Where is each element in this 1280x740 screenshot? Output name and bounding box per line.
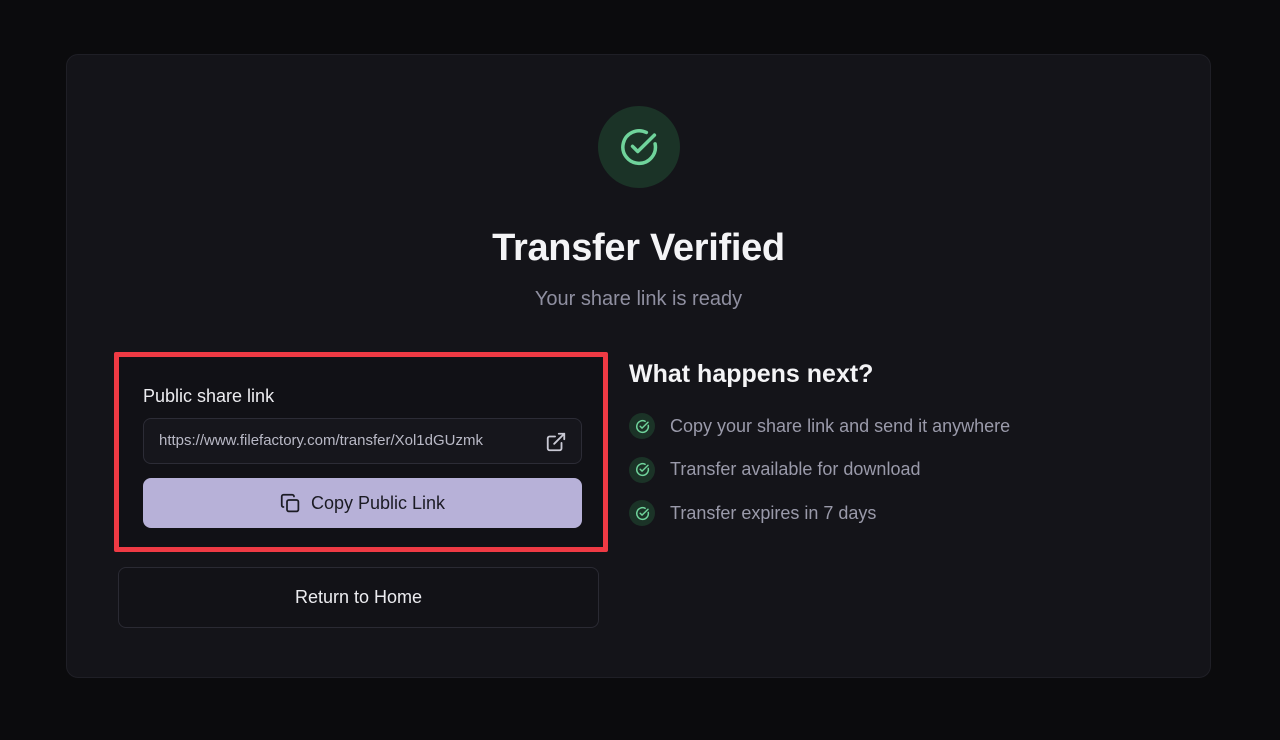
step-text: Transfer expires in 7 days [670, 502, 877, 523]
page-subtitle: Your share link is ready [534, 288, 743, 310]
step-check-badge [629, 456, 655, 483]
share-link-url[interactable]: https://www.filefactory.com/transfer/Xol… [159, 432, 529, 449]
list-item: Copy your share link and send it anywher… [629, 413, 1010, 439]
next-steps-list: Copy your share link and send it anywher… [629, 413, 1010, 544]
step-check-badge [629, 500, 655, 526]
share-link-field[interactable]: https://www.filefactory.com/transfer/Xol… [143, 418, 582, 464]
next-steps-title: What happens next? [629, 360, 874, 388]
list-item: Transfer expires in 7 days [629, 500, 1010, 526]
step-text: Copy your share link and send it anywher… [670, 415, 1011, 436]
success-badge [598, 106, 680, 188]
check-circle-icon [635, 419, 649, 433]
page-title: Transfer Verified [492, 227, 785, 269]
check-circle-icon [635, 463, 649, 477]
step-check-badge [629, 413, 655, 439]
return-home-button[interactable]: Return to Home [118, 567, 599, 628]
verification-card: Transfer Verified Your share link is rea… [66, 54, 1211, 678]
share-link-label: Public share link [143, 386, 275, 406]
copy-public-link-label: Copy Public Link [310, 492, 446, 513]
copy-public-link-button[interactable]: Copy Public Link [143, 478, 582, 528]
open-link-button[interactable] [545, 431, 567, 453]
external-link-icon [546, 432, 566, 452]
check-circle-icon [635, 506, 649, 520]
share-link-panel: Public share link https://www.filefactor… [114, 352, 608, 552]
step-text: Transfer available for download [670, 459, 921, 479]
copy-icon [280, 493, 300, 512]
check-circle-icon [621, 129, 658, 166]
list-item: Transfer available for download [629, 456, 1010, 483]
